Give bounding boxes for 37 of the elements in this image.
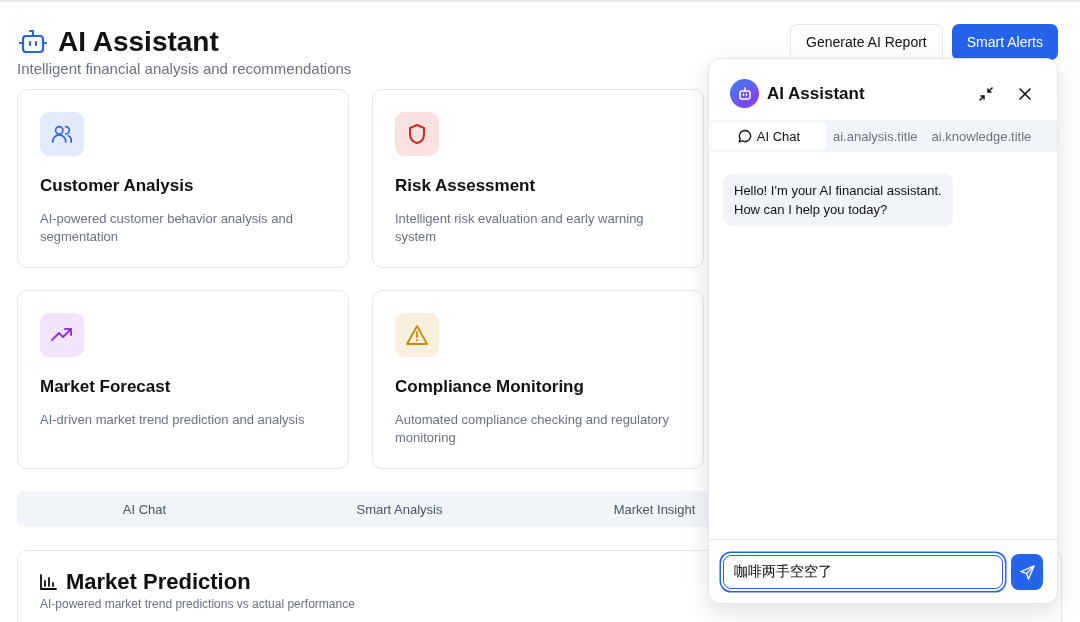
send-button[interactable]	[1011, 554, 1043, 590]
card-title: Risk Assessment	[395, 176, 537, 196]
warning-icon	[406, 325, 428, 345]
section-title: Market Prediction	[66, 569, 251, 595]
panel-tab[interactable]: AI Chat	[712, 122, 826, 150]
chat-message: Hello! I'm your AI financial assistant. How can I help you today?	[723, 174, 953, 226]
panel-title: AI Assistant	[767, 83, 865, 104]
card-description: AI-driven market trend prediction and analysis	[40, 411, 306, 429]
chat-bubble-icon	[737, 129, 752, 143]
card-title: Compliance Monitoring	[395, 377, 585, 397]
feature-card[interactable]: Market Forecast AI-driven market trend prediction and analysis	[17, 290, 349, 469]
panel-tab[interactable]: ai.analysis.title	[826, 122, 925, 150]
card-description: Intelligent risk evaluation and early warning system	[395, 210, 645, 246]
card-title: Customer Analysis	[40, 176, 195, 196]
send-icon	[1019, 564, 1035, 580]
feature-card[interactable]: Compliance Monitoring Automated compliance checking and regulatory monitoring	[372, 290, 704, 469]
feature-card[interactable]: Risk Assessment Intelligent risk evaluation and early warning system	[372, 89, 704, 268]
page-title: AI Assistant	[58, 26, 219, 58]
report-button[interactable]: Generate AI Report	[790, 24, 943, 60]
trend-up-icon	[51, 328, 73, 342]
smart-alerts-button[interactable]: Smart Alerts	[951, 24, 1058, 60]
robot-icon	[19, 29, 47, 55]
feature-card[interactable]: Customer Analysis AI-powered customer behavior analysis and segmentation	[17, 89, 349, 268]
page-subtitle: Intelligent financial analysis and recommendations	[17, 60, 352, 77]
panel-tab[interactable]: ai.knowledge.title	[924, 122, 1039, 150]
card-description: AI-powered customer behavior analysis and segmentation	[40, 210, 294, 246]
assistant-avatar-icon	[730, 79, 759, 108]
message-input[interactable]: 咖啡两手空空了	[723, 555, 1003, 589]
bar-chart-icon	[40, 574, 57, 590]
card-title: Market Forecast	[40, 377, 172, 397]
tab[interactable]: AI Chat	[20, 494, 269, 524]
section-subtitle: AI-powered market trend predictions vs actual performance	[40, 597, 356, 611]
shield-icon	[407, 123, 427, 145]
users-icon	[51, 123, 73, 145]
tab[interactable]: Smart Analysis	[275, 494, 524, 524]
card-description: Automated compliance checking and regulatory monitoring	[395, 411, 670, 447]
tab[interactable]: Market Insight	[530, 494, 779, 524]
